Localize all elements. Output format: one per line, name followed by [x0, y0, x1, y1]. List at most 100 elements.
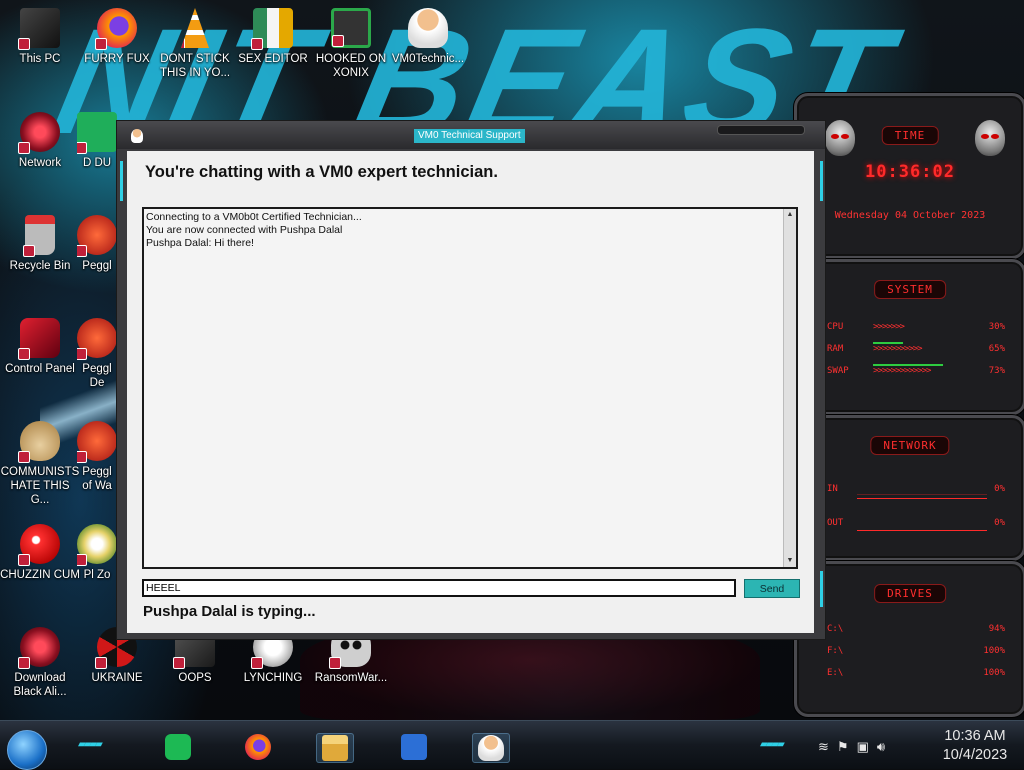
taskbar-clock-date[interactable]: 10/4/2023: [936, 747, 1014, 763]
drive-e-row: E:\ 100%: [827, 668, 1013, 682]
drives-gadget[interactable]: DRIVES C:\ 94% F:\ 100% E:\ 100%: [794, 561, 1024, 717]
taskbar-app-firefox[interactable]: [240, 733, 276, 761]
network-gadget-title: NETWORK: [870, 436, 950, 455]
scroll-down-arrow-icon[interactable]: ▼: [784, 555, 796, 567]
network-out-value: 0%: [994, 518, 1005, 528]
desktop-icon-hooked-on-xonix[interactable]: HOOKED ON XONIX: [311, 8, 391, 80]
taskbar-app-vm0-support[interactable]: [472, 733, 510, 763]
system-tray: ≋ ⚑ ▣ 🔊︎: [818, 737, 885, 757]
drive-f-value: 100%: [983, 646, 1005, 656]
network-out-graph: [857, 530, 987, 531]
desktop-icon-peggle-deluxe[interactable]: Peggl De: [77, 318, 117, 390]
desktop-icon-label: HOOKED ON XONIX: [315, 53, 387, 79]
taskbar-app-file-explorer[interactable]: [316, 733, 354, 763]
taskbar-decoration: ▰▰▰▰: [78, 739, 103, 750]
taskbar-decoration: ▰▰▰▰: [760, 739, 785, 750]
desktop-icon-dont-stick[interactable]: DONT STICK THIS IN YO...: [155, 8, 235, 80]
drive-e-value: 100%: [983, 668, 1005, 678]
desktop-icon-chuzzin[interactable]: CHUZZIN CUM: [0, 524, 80, 582]
chat-log-lines: Connecting to a VM0b0t Certified Technic…: [145, 211, 362, 250]
desktop-icon-furry-fux[interactable]: FURRY FUX: [77, 8, 157, 66]
drive-c-label: C:\: [827, 624, 844, 634]
chuzzle-icon: [18, 524, 60, 566]
money-bag-icon: [18, 421, 60, 463]
desktop-icon-peggle[interactable]: Peggl: [77, 215, 117, 273]
technician-avatar-icon: [478, 735, 504, 761]
desktop-icon-label: OOPS: [178, 672, 212, 684]
desktop-icon-peggle-wars[interactable]: Peggl of Wa: [77, 421, 117, 493]
desktop-icon-label: UKRAINE: [91, 672, 143, 684]
recycle-bin-icon: [23, 215, 55, 257]
firefox-icon: [95, 8, 137, 50]
window-right-rail-accent: [820, 161, 823, 201]
system-gadget-title: SYSTEM: [874, 280, 946, 299]
flag-icon[interactable]: ⚑: [837, 739, 849, 755]
swap-row: SWAP >>>>>>>>>>>>> 73%: [827, 366, 1013, 380]
desktop-icon-network[interactable]: Network: [0, 112, 80, 170]
chat-client-area: You're chatting with a VM0 expert techni…: [127, 151, 814, 633]
ram-value: 65%: [988, 344, 1005, 354]
message-input[interactable]: [142, 579, 736, 597]
desktop-icon-label: DONT STICK THIS IN YO...: [159, 53, 231, 79]
network-out-label: OUT: [827, 518, 844, 528]
firefox-icon: [245, 734, 271, 760]
spotify-icon: [165, 734, 191, 760]
send-button[interactable]: Send: [744, 579, 800, 598]
chat-log[interactable]: Connecting to a VM0b0t Certified Technic…: [142, 207, 798, 569]
desktop-icon-label: LYNCHING: [243, 672, 303, 684]
drive-c-row: C:\ 94%: [827, 624, 1013, 638]
drive-e-label: E:\: [827, 668, 844, 678]
desktop-icon-label: VM0Technic...: [391, 53, 465, 65]
network-in-label: IN: [827, 484, 838, 494]
folder-icon: [322, 735, 348, 761]
start-button[interactable]: [7, 730, 47, 770]
drive-f-row: F:\ 100%: [827, 646, 1013, 660]
cpu-label: CPU: [827, 322, 844, 332]
desktop-icon-label: Network: [18, 157, 62, 169]
taskbar-clock-time[interactable]: 10:36 AM: [936, 728, 1014, 744]
chat-titlebar[interactable]: VM0 Technical Support: [117, 121, 825, 149]
window-app-icon: [131, 129, 143, 143]
show-desktop-icon[interactable]: ≋: [818, 739, 829, 755]
this-pc-icon: [18, 8, 60, 50]
scroll-up-arrow-icon[interactable]: ▲: [784, 209, 796, 221]
desktop-icon-download-black-alien[interactable]: Download Black Ali...: [0, 627, 80, 699]
desktop-icon-communists[interactable]: COMMUNISTS HATE THIS G...: [0, 421, 80, 507]
taskbar-app-garrys-mod[interactable]: [396, 733, 432, 761]
desktop-icon-label: Peggl De: [82, 363, 112, 389]
desktop-icon-control-panel[interactable]: Control Panel: [0, 318, 80, 376]
cpu-value: 30%: [988, 322, 1005, 332]
desktop-icon-label: This PC: [19, 53, 61, 65]
desktop-icon-sex-editor[interactable]: SEX EDITOR: [233, 8, 313, 66]
typing-status: Pushpa Dalal is typing...: [143, 603, 316, 620]
network-gadget[interactable]: NETWORK IN 0% OUT 0%: [794, 415, 1024, 561]
time-gadget[interactable]: TIME 10:36:02 Wednesday 04 October 2023: [794, 93, 1024, 259]
volume-icon[interactable]: 🔊︎: [877, 739, 885, 755]
chat-log-scrollbar[interactable]: ▲ ▼: [783, 209, 796, 567]
chat-message: Connecting to a VM0b0t Certified Technic…: [146, 211, 362, 223]
network-in-row: IN 0%: [827, 484, 1013, 498]
desktop-icon-label: SEX EDITOR: [238, 53, 308, 65]
peggle-icon: [77, 318, 117, 360]
desktop-icon-this-pc[interactable]: This PC: [0, 8, 80, 66]
vlc-cone-icon: [181, 8, 209, 48]
desktop-icon-label: FURRY FUX: [84, 53, 150, 65]
desktop-icon-vm0-technician[interactable]: VM0Technic...: [388, 8, 468, 66]
ram-chevrons: >>>>>>>>>>>: [873, 344, 923, 354]
taskbar: ▰▰▰▰ ▰▰▰▰ ≋ ⚑ ▣ 🔊︎ 10:36 AM 10/4/2023: [0, 720, 1024, 770]
titlebar-accent: [717, 125, 805, 135]
desktop-icon-partial[interactable]: D DU: [77, 112, 117, 170]
taskbar-app-spotify[interactable]: [160, 733, 196, 761]
network-tray-icon[interactable]: ▣: [857, 739, 869, 755]
system-gadget[interactable]: SYSTEM CPU >>>>>>> 30% RAM >>>>>>>>>>> 6…: [794, 259, 1024, 415]
desktop-icon-plants-zombies[interactable]: Pl Zo: [77, 524, 117, 582]
gadget-date: Wednesday 04 October 2023: [834, 210, 986, 221]
technician-avatar-icon: [408, 8, 448, 48]
desktop-icon-label: D DU: [82, 157, 112, 169]
cpu-chevrons: >>>>>>>: [873, 322, 905, 332]
plants-zombies-icon: [77, 524, 117, 566]
alien-download-icon: [18, 627, 60, 669]
desktop-icon-recycle-bin[interactable]: Recycle Bin: [0, 215, 80, 273]
chat-message: You are now connected with Pushpa Dalal: [146, 224, 343, 236]
gadget-clock: 10:36:02: [865, 162, 955, 182]
